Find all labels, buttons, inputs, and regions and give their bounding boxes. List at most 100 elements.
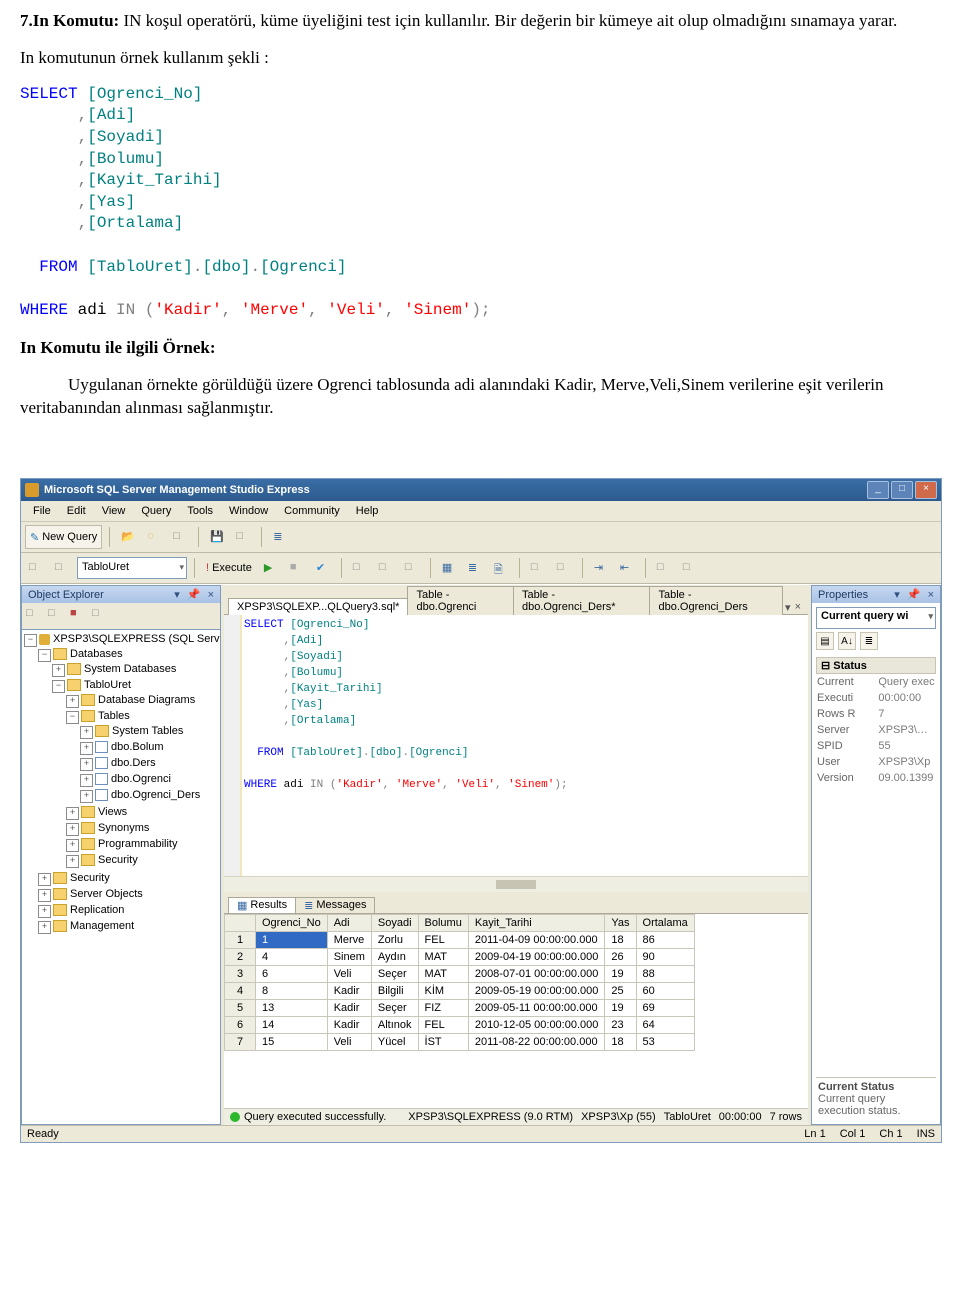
tool-opt-6[interactable] — [653, 557, 675, 579]
panel-pin-icon[interactable]: 📌 — [187, 589, 201, 601]
tree-replication[interactable]: Replication — [70, 904, 124, 916]
tab-ogrenci[interactable]: Table - dbo.Ogrenci — [407, 586, 514, 615]
tool-opt-2[interactable] — [375, 557, 397, 579]
panel-dropdown-icon[interactable]: ▾ — [174, 589, 180, 601]
tool-misc-1[interactable] — [169, 526, 191, 548]
tool-opt-7[interactable] — [679, 557, 701, 579]
tree-table-ders[interactable]: dbo.Ders — [111, 757, 156, 769]
tool-misc-2[interactable] — [232, 526, 254, 548]
table-row[interactable]: 614KadirAltınokFEL2010-12-05 00:00:00.00… — [225, 1016, 695, 1033]
col-header[interactable]: Bolumu — [418, 914, 468, 931]
objexp-connect-icon[interactable] — [26, 607, 44, 625]
messages-tab[interactable]: Messages — [295, 897, 375, 913]
tree-management[interactable]: Management — [70, 920, 134, 932]
editor-h-scrollbar[interactable] — [224, 876, 808, 892]
results-grid[interactable]: Ogrenci_NoAdiSoyadiBolumuKayit_TarihiYas… — [224, 914, 808, 1108]
menu-view[interactable]: View — [96, 503, 132, 519]
prop-sort-alpha-icon[interactable]: A↓ — [838, 632, 856, 650]
col-header[interactable]: Ortalama — [636, 914, 694, 931]
tab-query[interactable]: XPSP3\SQLEXP...QLQuery3.sql* — [228, 598, 408, 615]
stop-button[interactable] — [286, 557, 308, 579]
run-button[interactable] — [260, 557, 282, 579]
tool-opt-1[interactable] — [349, 557, 371, 579]
tree-db-security[interactable]: Security — [98, 854, 138, 866]
properties-selector[interactable]: Current query wi — [816, 607, 936, 629]
tree-databases[interactable]: Databases — [70, 648, 123, 660]
tree-db-tablouret[interactable]: TabloUret — [84, 679, 131, 691]
col-header[interactable]: Soyadi — [371, 914, 418, 931]
tree-toggle[interactable]: − — [52, 680, 65, 693]
menu-file[interactable]: File — [27, 503, 57, 519]
minimize-button[interactable]: _ — [867, 481, 889, 499]
tool-list-icon[interactable] — [269, 526, 291, 548]
tree-toggle[interactable]: + — [52, 664, 65, 677]
col-header[interactable]: Ogrenci_No — [256, 914, 328, 931]
tree-table-bolum[interactable]: dbo.Bolum — [111, 741, 164, 753]
open-button[interactable] — [117, 526, 139, 548]
tree-table-ogrenci-ders[interactable]: dbo.Ogrenci_Ders — [111, 789, 200, 801]
new-query-button[interactable]: New Query — [25, 525, 102, 549]
panel-close-icon[interactable]: × — [208, 589, 214, 601]
database-combo[interactable]: TabloUret — [77, 557, 187, 579]
tree-security[interactable]: Security — [70, 872, 110, 884]
menu-window[interactable]: Window — [223, 503, 274, 519]
indent-button[interactable] — [590, 557, 612, 579]
tree-system-tables[interactable]: System Tables — [112, 725, 183, 737]
menu-tools[interactable]: Tools — [181, 503, 219, 519]
maximize-button[interactable]: □ — [891, 481, 913, 499]
tool-opt-3[interactable] — [401, 557, 423, 579]
tab-ogrenci-ders-dirty[interactable]: Table - dbo.Ogrenci_Ders* — [513, 586, 651, 615]
col-header[interactable]: Kayit_Tarihi — [468, 914, 605, 931]
tool-link2-icon[interactable] — [51, 557, 73, 579]
sql-editor[interactable]: SELECT [Ogrenci_No] ,[Adi] ,[Soyadi] ,[B… — [224, 615, 808, 895]
tree-sysdb[interactable]: System Databases — [84, 663, 176, 675]
results-to-grid[interactable] — [438, 557, 460, 579]
tree-server-objects[interactable]: Server Objects — [70, 888, 143, 900]
menu-community[interactable]: Community — [278, 503, 346, 519]
panel-pin-icon[interactable]: 📌 — [907, 589, 921, 601]
tool-opt-5[interactable] — [553, 557, 575, 579]
tree-views[interactable]: Views — [98, 806, 127, 818]
tree-toggle[interactable]: − — [66, 711, 79, 724]
objexp-disconnect-icon[interactable] — [48, 607, 66, 625]
table-row[interactable]: 513KadirSeçerFIZ2009-05-11 00:00:00.0001… — [225, 999, 695, 1016]
results-to-file[interactable] — [490, 557, 512, 579]
tree-toggle[interactable]: + — [66, 695, 79, 708]
tree-db-diagrams[interactable]: Database Diagrams — [98, 694, 195, 706]
tab-ogrenci-ders[interactable]: Table - dbo.Ogrenci_Ders — [649, 586, 783, 615]
tree-server[interactable]: XPSP3\SQLEXPRESS (SQL Server 9 — [53, 633, 221, 645]
menu-edit[interactable]: Edit — [61, 503, 92, 519]
col-header[interactable] — [225, 914, 256, 931]
table-row[interactable]: 24SinemAydınMAT2009-04-19 00:00:00.00026… — [225, 948, 695, 965]
table-row[interactable]: 715VeliYücelİST2011-08-22 00:00:00.00018… — [225, 1033, 695, 1050]
tool-db-icon[interactable] — [143, 526, 165, 548]
parse-button[interactable] — [312, 557, 334, 579]
tool-opt-4[interactable] — [527, 557, 549, 579]
table-row[interactable]: 11MerveZorluFEL2011-04-09 00:00:00.00018… — [225, 931, 695, 948]
panel-dropdown-icon[interactable]: ▾ — [894, 589, 900, 601]
tab-close-icon[interactable]: × — [795, 601, 801, 614]
menu-help[interactable]: Help — [350, 503, 385, 519]
tree-tables[interactable]: Tables — [98, 710, 130, 722]
save-button[interactable] — [206, 526, 228, 548]
table-row[interactable]: 36VeliSeçerMAT2008-07-01 00:00:00.000198… — [225, 965, 695, 982]
tab-overflow-icon[interactable]: ▾ — [785, 601, 791, 614]
outdent-button[interactable] — [616, 557, 638, 579]
table-row[interactable]: 48KadirBilgiliKİM2009-05-19 00:00:00.000… — [225, 982, 695, 999]
tool-link-icon[interactable] — [25, 557, 47, 579]
tree-toggle[interactable]: − — [38, 649, 51, 662]
col-header[interactable]: Adi — [327, 914, 371, 931]
tree-synonyms[interactable]: Synonyms — [98, 822, 149, 834]
menu-query[interactable]: Query — [135, 503, 177, 519]
results-to-text[interactable] — [464, 557, 486, 579]
prop-pages-icon[interactable]: ≣ — [860, 632, 878, 650]
objexp-refresh-icon[interactable] — [92, 607, 110, 625]
execute-button[interactable]: ! Execute — [202, 557, 256, 579]
objexp-stop-icon[interactable] — [70, 607, 88, 625]
prop-sort-cat-icon[interactable]: ▤ — [816, 632, 834, 650]
tree-programmability[interactable]: Programmability — [98, 838, 177, 850]
col-header[interactable]: Yas — [605, 914, 636, 931]
panel-close-icon[interactable]: × — [928, 589, 934, 601]
tree-toggle[interactable]: − — [24, 634, 37, 647]
close-button[interactable]: × — [915, 481, 937, 499]
